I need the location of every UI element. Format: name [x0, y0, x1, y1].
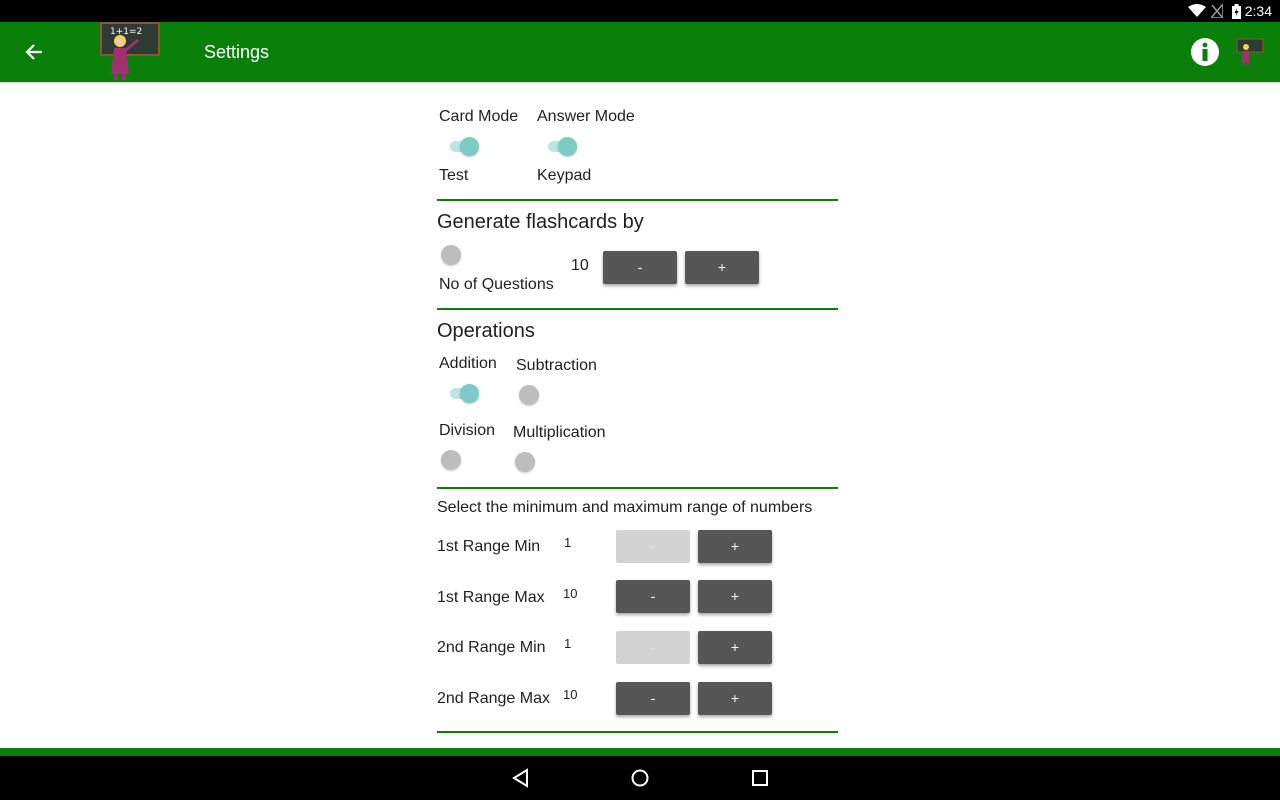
- division-switch[interactable]: [441, 450, 461, 470]
- addition-switch[interactable]: [448, 384, 482, 403]
- navigation-bar: [0, 756, 1280, 800]
- wifi-icon: [1188, 4, 1206, 17]
- home-nav-icon[interactable]: [630, 768, 650, 788]
- range-value-1st-min: 1: [564, 535, 572, 550]
- question-count: 10: [571, 257, 589, 274]
- status-time: 2:34: [1244, 3, 1272, 19]
- divider: [437, 199, 838, 201]
- range-1st-min-increment-button[interactable]: +: [698, 530, 772, 563]
- divider: [437, 731, 838, 733]
- subtraction-switch[interactable]: [519, 385, 539, 405]
- answer-mode-value: Keypad: [537, 167, 592, 184]
- multiplication-label: Multiplication: [513, 424, 606, 441]
- card-mode-value: Test: [439, 167, 469, 184]
- app-bar: 1+1=2 Settings: [0, 22, 1280, 82]
- range-label-1st-max: 1st Range Max: [437, 589, 545, 606]
- range-value-1st-max: 10: [563, 586, 578, 601]
- range-label-2nd-min: 2nd Range Min: [437, 639, 546, 656]
- questions-increment-button[interactable]: +: [685, 251, 759, 284]
- no-signal-icon: [1211, 4, 1223, 18]
- generate-heading: Generate flashcards by: [437, 211, 644, 233]
- card-mode-label: Card Mode: [439, 108, 519, 125]
- questions-decrement-button[interactable]: -: [603, 251, 677, 284]
- app-logo-icon: 1+1=2: [100, 22, 160, 80]
- range-label-1st-min: 1st Range Min: [437, 538, 541, 555]
- multiplication-switch[interactable]: [515, 452, 535, 472]
- status-bar: 2:34: [0, 0, 1280, 22]
- app-bar-shadow: [0, 82, 1280, 85]
- no-of-questions-switch[interactable]: [441, 245, 461, 265]
- back-nav-icon[interactable]: [511, 768, 531, 788]
- operations-heading: Operations: [437, 320, 535, 342]
- bottom-bar: [0, 748, 1280, 756]
- range-value-2nd-max: 10: [563, 687, 578, 702]
- range-value-2nd-min: 1: [564, 636, 572, 651]
- info-icon[interactable]: [1190, 37, 1220, 67]
- svg-text:1+1=2: 1+1=2: [110, 27, 142, 37]
- range-2nd-min-decrement-button[interactable]: -: [616, 631, 690, 664]
- page-title: Settings: [204, 42, 270, 62]
- addition-label: Addition: [439, 355, 497, 372]
- teacher-icon[interactable]: [1236, 38, 1264, 66]
- division-label: Division: [439, 422, 496, 439]
- range-2nd-max-increment-button[interactable]: +: [698, 682, 772, 715]
- battery-icon: [1232, 4, 1241, 19]
- range-heading: Select the minimum and maximum range of …: [437, 499, 813, 516]
- divider: [437, 487, 838, 489]
- range-2nd-min-increment-button[interactable]: +: [698, 631, 772, 664]
- answer-mode-label: Answer Mode: [537, 108, 635, 125]
- back-arrow-icon[interactable]: [25, 43, 43, 61]
- no-of-questions-label: No of Questions: [439, 276, 554, 293]
- range-2nd-max-decrement-button[interactable]: -: [616, 682, 690, 715]
- range-label-2nd-max: 2nd Range Max: [437, 690, 550, 707]
- divider: [437, 308, 838, 310]
- card-mode-switch[interactable]: [448, 137, 482, 156]
- recents-nav-icon[interactable]: [751, 769, 769, 787]
- range-1st-min-decrement-button[interactable]: -: [616, 530, 690, 563]
- range-1st-max-decrement-button[interactable]: -: [616, 580, 690, 613]
- subtraction-label: Subtraction: [516, 357, 597, 374]
- range-1st-max-increment-button[interactable]: +: [698, 580, 772, 613]
- answer-mode-switch[interactable]: [546, 137, 580, 156]
